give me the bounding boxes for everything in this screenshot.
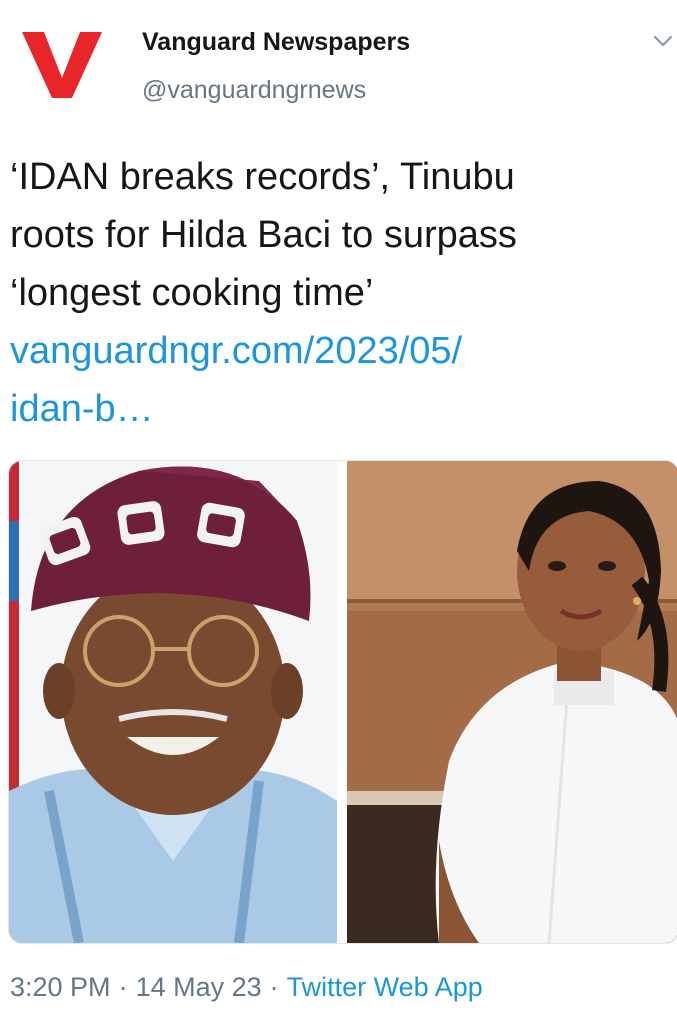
tweet-meta: 3:20 PM · 14 May 23 · Twitter Web App <box>10 972 483 1003</box>
media-card[interactable] <box>8 460 677 944</box>
tweet-source[interactable]: Twitter Web App <box>287 972 483 1002</box>
article-link-continued[interactable]: idan-b… <box>10 380 650 438</box>
meta-separator: · <box>118 972 128 1002</box>
display-name[interactable]: Vanguard Newspapers <box>142 28 410 57</box>
tweet-time[interactable]: 3:20 PM <box>10 972 111 1002</box>
tweet-text-line: ‘IDAN breaks records’, Tinubu <box>10 156 515 198</box>
avatar[interactable] <box>14 22 110 104</box>
man-in-cap-photo[interactable] <box>9 461 337 943</box>
chevron-down-icon[interactable] <box>652 30 674 52</box>
meta-separator: · <box>269 972 279 1002</box>
tweet-date[interactable]: 14 May 23 <box>136 972 262 1002</box>
woman-chef-photo[interactable] <box>347 461 677 943</box>
tweet: Vanguard Newspapers @vanguardngrnews ‘ID… <box>0 0 677 1028</box>
vanguard-logo-icon <box>22 32 102 98</box>
user-handle[interactable]: @vanguardngrnews <box>142 76 366 105</box>
article-link[interactable]: vanguardngr.com/2023/05/ <box>10 322 650 380</box>
tweet-text-line: roots for Hilda Baci to surpass <box>10 214 517 256</box>
tweet-text-line: ‘longest cooking time’ <box>10 272 374 314</box>
tweet-text: ‘IDAN breaks records’, Tinubu roots for … <box>10 148 650 438</box>
